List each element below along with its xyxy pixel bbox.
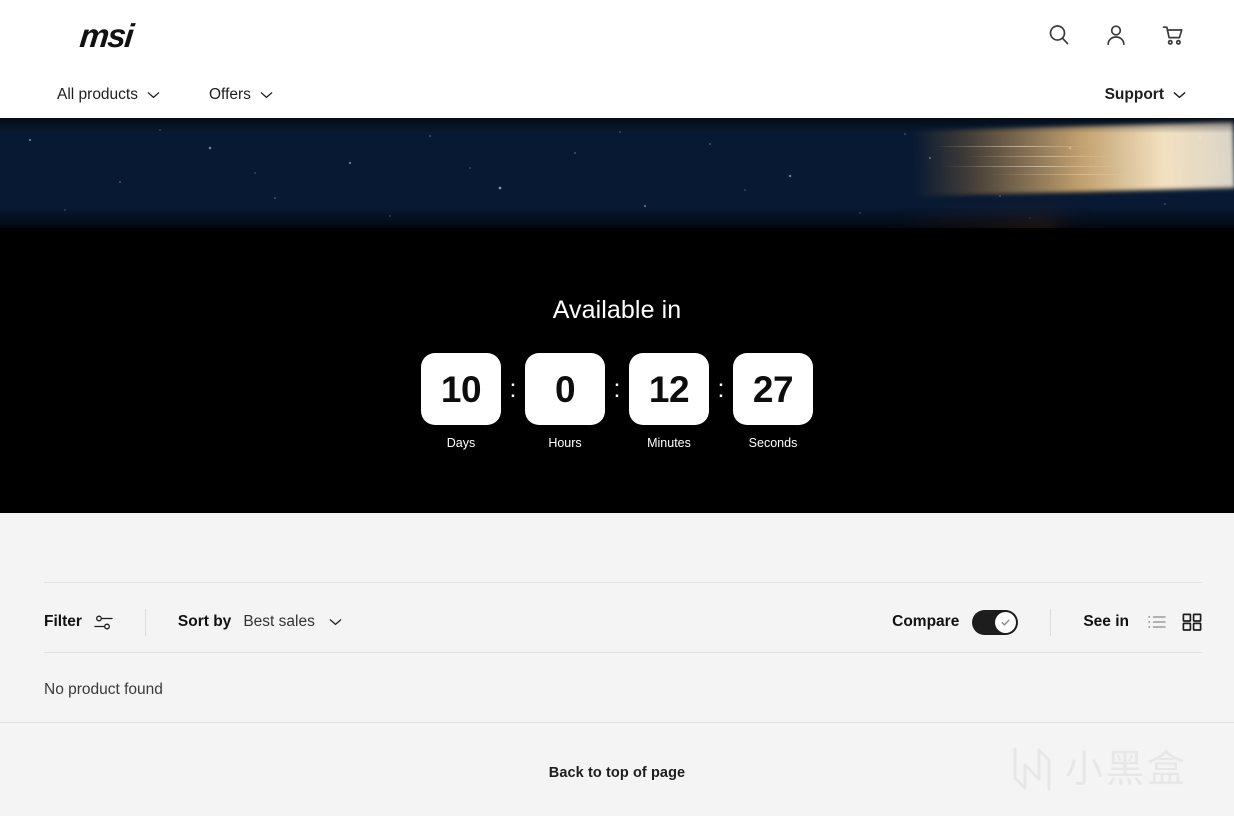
divider [44, 582, 1202, 583]
toolbar-divider [1050, 608, 1052, 636]
search-icon[interactable] [1046, 22, 1072, 48]
sliders-icon [94, 614, 113, 631]
countdown-box-seconds: 27 [733, 353, 813, 425]
countdown-unit-seconds: 27 Seconds [733, 353, 813, 450]
sort-control: Sort by Best sales [178, 613, 342, 631]
countdown-separator: : [613, 374, 621, 403]
chevron-down-icon [260, 91, 273, 99]
grid-view-icon[interactable] [1182, 613, 1202, 631]
cart-icon[interactable] [1160, 22, 1186, 48]
msi-logo[interactable]: msi [78, 17, 134, 55]
banner-vignette [0, 118, 1234, 228]
nav-right-group: Support [1105, 84, 1186, 106]
nav-item-all-products[interactable]: All products [57, 84, 160, 106]
toggle-knob [995, 611, 1017, 633]
nav-item-support-label: Support [1104, 86, 1164, 103]
countdown-label-hours: Hours [548, 436, 582, 450]
nav-item-support[interactable]: Support [1105, 84, 1186, 106]
countdown-unit-hours: 0 Hours [525, 353, 605, 450]
countdown-timer: 10 Days : 0 Hours : 12 Minutes : 27 Seco… [0, 353, 1234, 450]
compare-label: Compare [892, 613, 960, 630]
divider [44, 652, 1202, 653]
compare-control: Compare [892, 609, 1019, 635]
chevron-down-icon [1173, 91, 1186, 99]
countdown-box-hours: 0 [525, 353, 605, 425]
filter-label: Filter [44, 613, 82, 630]
countdown-value-minutes: 12 [648, 368, 690, 410]
see-in-label: See in [1083, 613, 1129, 630]
countdown-label-minutes: Minutes [647, 436, 691, 450]
view-mode-control: See in [1083, 613, 1202, 631]
hero-banner[interactable] [0, 118, 1234, 228]
toolbar-divider [144, 608, 146, 636]
countdown-section: Available in 10 Days : 0 Hours : 12 Minu… [0, 228, 1234, 513]
main-nav: All products Offers Support [0, 84, 1234, 118]
countdown-value-hours: 0 [554, 368, 576, 410]
toolbar-left: Filter Sort by Best sales [44, 601, 342, 643]
account-icon[interactable] [1103, 22, 1129, 48]
listing-toolbar: Filter Sort by Best sales Compare See in [0, 601, 1234, 643]
filter-button[interactable]: Filter [44, 613, 113, 631]
countdown-title: Available in [552, 296, 682, 324]
nav-item-offers[interactable]: Offers [209, 84, 273, 106]
empty-results-message: No product found [44, 681, 163, 698]
countdown-label-days: Days [446, 436, 476, 450]
sort-by-label: Sort by [177, 613, 232, 630]
countdown-unit-days: 10 Days [421, 353, 501, 450]
countdown-label-seconds: Seconds [748, 436, 798, 450]
sort-selected-value[interactable]: Best sales [243, 613, 315, 631]
toolbar-right: Compare See in [892, 601, 1202, 643]
divider [0, 722, 1234, 723]
nav-left-group: All products Offers [57, 84, 273, 106]
nav-item-all-products-label: All products [57, 86, 138, 103]
list-view-icon[interactable] [1147, 613, 1167, 631]
countdown-separator: : [717, 374, 725, 403]
nav-item-offers-label: Offers [208, 86, 251, 103]
countdown-value-seconds: 27 [752, 368, 794, 410]
countdown-value-days: 10 [440, 368, 482, 410]
countdown-separator: : [509, 374, 517, 403]
compare-toggle[interactable] [972, 609, 1019, 635]
chevron-down-icon [147, 91, 160, 99]
back-to-top-link[interactable]: Back to top of page [0, 765, 1234, 781]
header-icon-group [1046, 22, 1186, 48]
countdown-box-minutes: 12 [629, 353, 709, 425]
countdown-unit-minutes: 12 Minutes [629, 353, 709, 450]
site-header: msi All products Offers Support [0, 0, 1234, 118]
product-listing-section: Filter Sort by Best sales Compare See in… [0, 513, 1234, 816]
chevron-down-icon[interactable] [329, 618, 342, 626]
page-root: msi All products Offers Support Availabl… [0, 0, 1234, 816]
countdown-box-days: 10 [421, 353, 501, 425]
